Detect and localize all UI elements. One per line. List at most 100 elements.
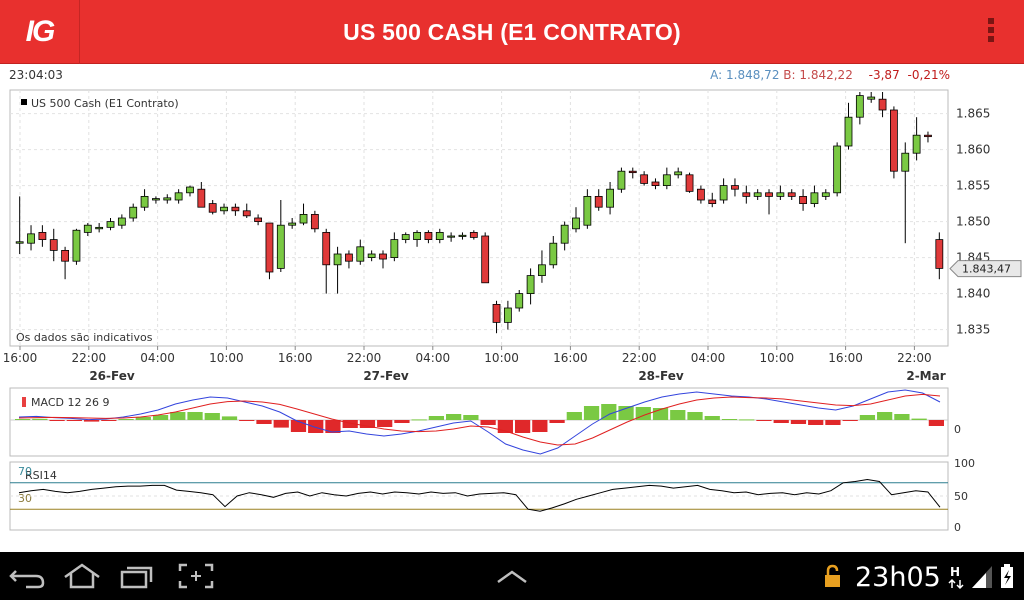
macd-hist-bar-positive [739,419,755,421]
candlestick [481,232,490,284]
candle-up [810,192,819,205]
candle-down [197,188,206,208]
x-tick-label: 16:00 [553,351,588,365]
rsi-y-tick-label: 0 [954,521,961,534]
y-tick-label: 1.860 [956,143,990,157]
macd-hist-bar-negative [394,420,410,423]
candle-up [753,192,762,197]
macd-hist-bar-positive [463,415,479,420]
candle-down [731,185,739,190]
candle-down [640,174,649,184]
logo-text: IG [25,15,56,48]
candle-up [390,239,399,259]
x-tick-label: 04:00 [140,351,175,365]
legend-marker-icon [21,99,27,105]
candle-down [481,235,490,284]
candle-up [674,171,683,176]
candle-down [924,134,932,138]
macd-hist-bar-negative [549,420,565,423]
candle-up [72,229,81,262]
page-title: US 500 CASH (E1 CONTRATO) [343,19,681,45]
back-icon[interactable] [8,562,48,590]
candlestick [890,106,898,179]
candle-up [901,152,910,172]
macd-hist-bar-positive [118,419,134,420]
price-panel [9,89,949,347]
candle-up [186,186,194,194]
candle-up [458,234,467,237]
macd-label: MACD 12 26 9 [31,396,109,409]
candle-down [208,203,217,213]
screenshot-icon[interactable] [176,562,216,590]
x-tick-label: 04:00 [691,351,726,365]
candle-down [49,239,58,251]
candle-up [299,213,308,224]
x-tick-label: 22:00 [622,351,657,365]
up-arrow-icon[interactable] [492,562,532,590]
macd-hist-bar-positive [911,418,927,420]
candle-up [833,145,842,194]
candle-down [878,98,887,111]
rsi-overbought-label: 70 [18,465,32,478]
candle-down [38,231,47,240]
candle-up [572,217,580,230]
ig-logo[interactable]: IG [0,0,80,64]
candlestick [310,210,319,233]
candle-up [413,231,421,240]
macd-hist-bar-negative [842,420,858,421]
candle-down [254,217,263,222]
macd-hist-bar-negative [101,420,117,421]
network-h-icon: H [948,565,964,590]
y-tick-label: 1.835 [956,323,990,337]
date-label: 27-Fev [363,369,409,383]
candle-down [799,195,807,204]
macd-hist-bar-positive [704,416,720,420]
candle-down [322,231,331,266]
system-nav-bar: 23h05 H [0,552,1024,600]
macd-hist-bar-positive [221,416,238,420]
x-tick-label: 10:00 [484,351,519,365]
x-tick-label: 16:00 [828,351,863,365]
quote-time: 23:04:03 [9,68,63,82]
candle-down [594,195,603,208]
candle-down [345,253,353,262]
date-label: 28-Fev [638,369,684,383]
candle-up [583,195,592,226]
candle-up [356,246,365,262]
candle-up [606,188,614,208]
candle-up [560,224,569,244]
date-label: 26-Fev [89,369,135,383]
macd-hist-bar-negative [377,420,393,427]
macd-hist-bar-negative [532,420,548,432]
macd-hist-bar-positive [32,418,48,420]
candle-down [890,109,898,172]
candle-down [492,303,501,323]
recent-apps-icon[interactable] [118,562,158,590]
candle-up [117,217,126,226]
candle-up [163,197,172,201]
overflow-menu-icon[interactable] [986,16,996,48]
macd-hist-bar-positive [566,412,582,420]
x-tick-label: 22:00 [347,351,382,365]
candlestick [515,290,524,312]
battery-icon [1001,564,1013,588]
candle-up [174,192,183,201]
home-icon[interactable] [62,562,102,590]
macd-panel [9,387,949,457]
macd-hist-bar-positive [877,412,893,420]
candle-up [152,198,160,201]
candle-up [867,96,876,100]
macd-hist-bar-positive [894,414,910,420]
chart-area[interactable]: US 500 Cash (E1 Contrato) Os dados são i… [0,88,1024,548]
y-tick-label: 1.865 [956,107,990,121]
candle-up [367,253,376,258]
candle-up [447,235,456,238]
candle-up [844,116,853,147]
macd-hist-bar-positive [170,412,186,420]
app-bar: IG US 500 CASH (E1 CONTRATO) [0,0,1024,64]
candle-up [95,226,104,230]
macd-hist-bar-negative [308,420,324,433]
candle-down [310,213,319,230]
macd-hist-bar-positive [187,412,203,420]
x-tick-label: 04:00 [416,351,451,365]
